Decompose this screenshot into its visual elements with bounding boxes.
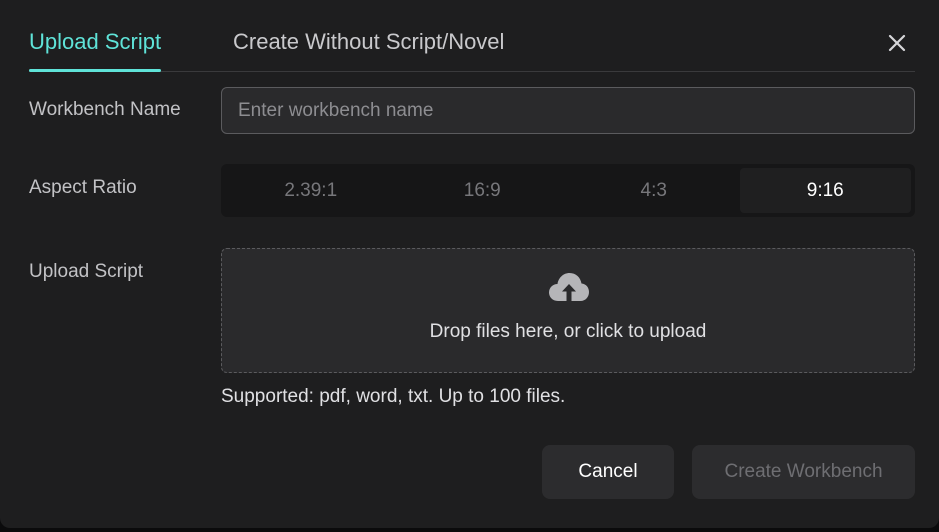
close-icon — [884, 30, 910, 56]
aspect-option-9-16[interactable]: 9:16 — [739, 168, 911, 213]
tab-bar: Upload Script Create Without Script/Nove… — [29, 0, 915, 72]
close-button[interactable] — [884, 30, 910, 56]
create-workbench-dialog: Upload Script Create Without Script/Nove… — [0, 0, 939, 528]
cloud-upload-icon — [548, 271, 590, 305]
tab-upload-script[interactable]: Upload Script — [29, 28, 162, 72]
aspect-option-2-39-1[interactable]: 2.39:1 — [225, 168, 397, 213]
file-upload-dropzone[interactable]: Drop files here, or click to upload — [221, 248, 915, 373]
aspect-ratio-selector: 2.39:1 16:9 4:3 9:16 — [221, 164, 915, 217]
aspect-option-4-3[interactable]: 4:3 — [568, 168, 740, 213]
workbench-name-label: Workbench Name — [29, 99, 181, 120]
tab-create-without-script[interactable]: Create Without Script/Novel — [233, 28, 504, 56]
aspect-option-16-9[interactable]: 16:9 — [397, 168, 569, 213]
cancel-button[interactable]: Cancel — [542, 445, 674, 499]
supported-files-hint: Supported: pdf, word, txt. Up to 100 fil… — [221, 386, 566, 407]
aspect-ratio-label: Aspect Ratio — [29, 177, 137, 198]
create-workbench-button[interactable]: Create Workbench — [692, 445, 915, 499]
dropzone-text: Drop files here, or click to upload — [429, 321, 707, 342]
workbench-name-input[interactable] — [221, 87, 915, 134]
upload-script-label: Upload Script — [29, 261, 144, 282]
